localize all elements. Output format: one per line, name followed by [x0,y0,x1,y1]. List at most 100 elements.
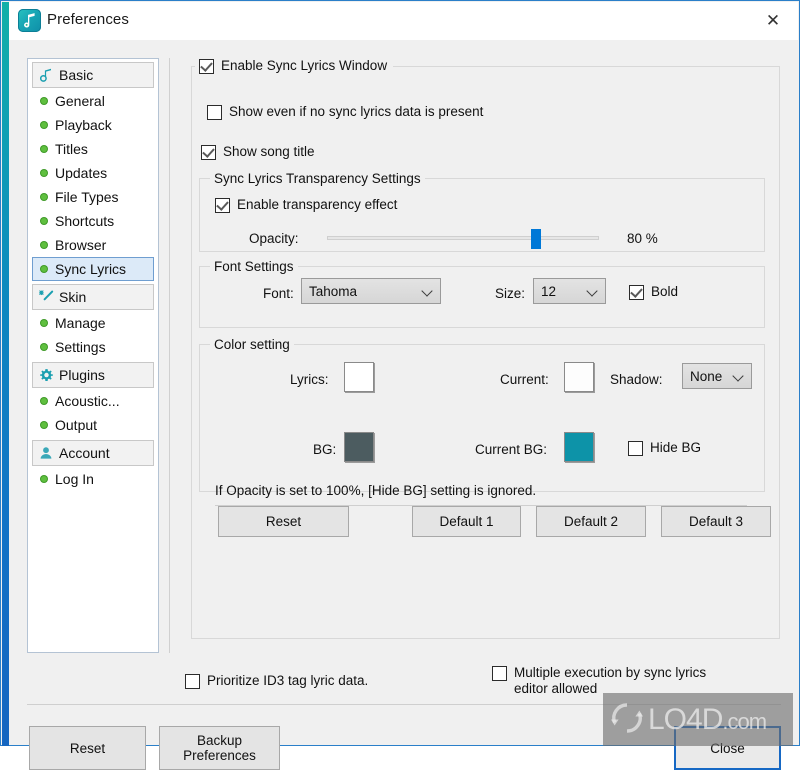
footer-divider [27,704,781,705]
bullet-icon [33,146,55,152]
default-2-button[interactable]: Default 2 [536,506,646,537]
preferences-window: Preferences ✕ Basic General Playback Tit… [0,0,800,770]
checkbox-label: Enable transparency effect [237,197,398,212]
multiple-execution-checkbox[interactable]: Multiple execution by sync lyrics editor… [492,665,722,697]
music-note-icon [33,68,59,82]
bullet-icon [33,218,55,224]
group-legend: Font Settings [210,259,298,274]
sidebar-item-updates[interactable]: Updates [32,161,154,185]
checkbox-box [185,674,200,689]
bold-checkbox[interactable]: Bold [629,284,678,300]
window-title: Preferences [47,11,129,28]
sidebar-item-general[interactable]: General [32,89,154,113]
title-bar: Preferences ✕ [9,2,798,40]
sidebar-item-shortcuts[interactable]: Shortcuts [32,209,154,233]
sidebar-item-acoustic[interactable]: Acoustic... [32,389,154,413]
checkbox-label: Show even if no sync lyrics data is pres… [229,104,484,119]
shadow-select[interactable]: None [682,363,752,389]
sidebar-item-label: Output [55,417,98,433]
close-button[interactable]: Close [674,726,781,770]
current-color-swatch[interactable] [564,362,594,392]
bullet-icon [33,194,55,200]
size-value: 12 [541,283,557,299]
sidebar-header-label: Skin [59,289,87,305]
sidebar-header-account[interactable]: Account [32,440,154,466]
sidebar-item-label: Shortcuts [55,213,115,229]
checkbox-box [215,198,230,213]
sidebar-item-output[interactable]: Output [32,413,154,437]
music-note-icon [18,9,41,32]
opacity-value: 80 % [627,231,658,246]
font-label: Font: [263,286,294,301]
show-song-title-checkbox[interactable]: Show song title [201,144,315,160]
hide-bg-checkbox[interactable]: Hide BG [628,440,701,456]
sidebar-item-sync-lyrics[interactable]: Sync Lyrics [32,257,154,281]
sidebar-item-browser[interactable]: Browser [32,233,154,257]
slider-track [327,236,599,240]
current-bg-color-swatch[interactable] [564,432,594,462]
bullet-icon [33,422,55,428]
footer-reset-button[interactable]: Reset [29,726,146,770]
shadow-label: Shadow: [610,372,663,387]
sidebar-content-divider [169,58,170,653]
default-3-button[interactable]: Default 3 [661,506,771,537]
lyrics-color-label: Lyrics: [290,372,329,387]
chevron-down-icon [734,372,743,381]
user-icon [33,446,59,460]
sidebar-header-plugins[interactable]: Plugins [32,362,154,388]
sidebar-header-label: Basic [59,67,94,83]
default-1-button[interactable]: Default 1 [412,506,521,537]
enable-sync-lyrics-window-checkbox[interactable]: Enable Sync Lyrics Window [195,58,394,74]
size-select[interactable]: 12 [533,278,606,304]
sidebar-item-titles[interactable]: Titles [32,137,154,161]
sidebar-header-skin[interactable]: Skin [32,284,154,310]
close-icon[interactable]: ✕ [758,8,788,34]
sidebar-item-settings[interactable]: Settings [32,335,154,359]
checkbox-box [629,285,644,300]
backup-preferences-button[interactable]: Backup Preferences [159,726,280,770]
gear-icon [33,368,59,383]
checkbox-box [199,59,214,74]
checkbox-label: Multiple execution by sync lyrics editor… [514,665,707,696]
sidebar-item-label: Log In [55,471,94,487]
sidebar-item-label: Browser [55,237,107,253]
bullet-icon [33,344,55,350]
checkbox-box [628,441,643,456]
bg-color-swatch[interactable] [344,432,374,462]
slider-thumb[interactable] [531,229,542,249]
backup-line-2: Preferences [183,748,256,763]
sidebar-item-file-types[interactable]: File Types [32,185,154,209]
bullet-icon [33,476,55,482]
show-even-if-no-data-checkbox[interactable]: Show even if no sync lyrics data is pres… [207,104,483,120]
sidebar-header-label: Account [59,445,110,461]
sidebar-item-label: Sync Lyrics [55,261,127,277]
sidebar-item-playback[interactable]: Playback [32,113,154,137]
bullet-icon [33,266,55,272]
size-label: Size: [495,286,526,301]
sidebar-item-manage[interactable]: Manage [32,311,154,335]
checkbox-box [207,105,222,120]
bullet-icon [33,320,55,326]
font-select[interactable]: Tahoma [301,278,441,304]
sidebar-item-label: General [55,93,105,109]
checkbox-label: Show song title [223,144,315,159]
enable-transparency-checkbox[interactable]: Enable transparency effect [215,197,397,213]
reset-defaults-button[interactable]: Reset [218,506,349,537]
bullet-icon [33,98,55,104]
sidebar-header-basic[interactable]: Basic [32,62,154,88]
color-setting-group: Color setting [199,337,765,492]
group-legend: Color setting [210,337,294,352]
magic-wand-icon [33,289,59,305]
bullet-icon [33,398,55,404]
sidebar-item-log-in[interactable]: Log In [32,467,154,491]
prioritize-id3-checkbox[interactable]: Prioritize ID3 tag lyric data. [185,673,368,689]
current-color-label: Current: [500,372,549,387]
sidebar-item-label: Manage [55,315,106,331]
checkbox-box [201,145,216,160]
opacity-slider[interactable] [327,229,599,249]
sidebar-item-label: File Types [55,189,119,205]
sidebar-item-label: Titles [55,141,88,157]
lyrics-color-swatch[interactable] [344,362,374,392]
window-accent-stripe [2,2,9,746]
checkbox-label: Prioritize ID3 tag lyric data. [207,673,369,688]
